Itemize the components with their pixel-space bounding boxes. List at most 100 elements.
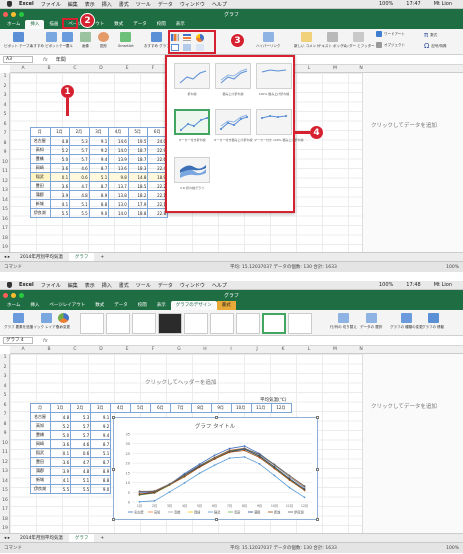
data-point[interactable] bbox=[303, 489, 306, 492]
data-cell[interactable]: 17.9 bbox=[127, 199, 149, 209]
menu-format[interactable]: 書式 bbox=[119, 282, 129, 289]
row-header[interactable]: 9 bbox=[0, 150, 10, 155]
menu-data[interactable]: データ bbox=[158, 1, 173, 8]
header-cell[interactable]: 5月 bbox=[130, 403, 152, 413]
chart-style-9[interactable] bbox=[288, 313, 312, 334]
series-line[interactable] bbox=[139, 450, 305, 495]
data-cell[interactable]: 8.9 bbox=[88, 190, 110, 200]
column-header-k[interactable]: K bbox=[280, 347, 286, 352]
data-cell[interactable]: 3.6 bbox=[50, 439, 72, 449]
data-cell[interactable]: 13.9 bbox=[108, 154, 129, 164]
row-label-cell[interactable]: 新城 bbox=[30, 199, 51, 209]
legend-label[interactable]: 名古屋 bbox=[134, 510, 144, 515]
legend-label[interactable]: 蒲郡 bbox=[254, 510, 261, 515]
header-cell[interactable]: 12月 bbox=[270, 403, 293, 413]
row-header[interactable]: 7 bbox=[0, 131, 10, 136]
resize-handle[interactable] bbox=[215, 518, 218, 521]
resize-handle[interactable] bbox=[112, 416, 115, 419]
tab-view[interactable]: 表示 bbox=[171, 20, 190, 29]
row-header[interactable]: 16 bbox=[0, 217, 10, 222]
data-cell[interactable]: 18.8 bbox=[127, 208, 149, 218]
menu-view[interactable]: 表示 bbox=[85, 1, 95, 8]
data-cell[interactable]: 18.2 bbox=[127, 190, 149, 200]
zoom-level[interactable]: 100% bbox=[446, 265, 459, 270]
new-comment-button[interactable]: 新しい コメント bbox=[294, 32, 320, 49]
data-cell[interactable]: 4.7 bbox=[69, 181, 90, 191]
data-point[interactable] bbox=[138, 493, 141, 495]
data-cell[interactable]: 13.7 bbox=[108, 181, 129, 191]
row-header[interactable]: 5 bbox=[0, 393, 10, 398]
data-cell[interactable]: 3.6 bbox=[49, 181, 71, 191]
row-label-cell[interactable]: 名古屋 bbox=[29, 412, 52, 422]
row-header[interactable]: 2 bbox=[0, 365, 10, 370]
chart-style-6[interactable] bbox=[210, 313, 234, 334]
chart-style-4[interactable] bbox=[158, 313, 182, 334]
picture-button[interactable]: 画像 bbox=[80, 32, 91, 49]
data-cell[interactable]: 5.7 bbox=[70, 430, 92, 440]
data-cell[interactable]: 9.2 bbox=[88, 145, 110, 155]
legend-label[interactable]: 新城 bbox=[274, 510, 281, 515]
row-header[interactable]: 8 bbox=[0, 141, 10, 146]
sheet-tab-data[interactable]: 2014年月別平均気温 bbox=[14, 253, 69, 261]
tab-view[interactable]: 表示 bbox=[152, 301, 171, 310]
chart-type-option[interactable] bbox=[256, 63, 292, 89]
data-cell[interactable]: 8.7 bbox=[88, 181, 110, 191]
column-header-i[interactable]: I bbox=[228, 347, 234, 352]
data-cell[interactable]: 9.1 bbox=[88, 136, 110, 146]
tab-draw[interactable]: 描画 bbox=[44, 20, 63, 29]
header-cell[interactable]: 2月 bbox=[70, 403, 92, 413]
row-header[interactable]: 14 bbox=[0, 479, 10, 484]
tab-insert[interactable]: 挿入 bbox=[25, 20, 45, 29]
chart-style-3[interactable] bbox=[132, 313, 156, 334]
data-cell[interactable]: 0.1 bbox=[50, 448, 72, 458]
chart-style-1[interactable] bbox=[80, 313, 104, 334]
row-header[interactable]: 17 bbox=[0, 226, 10, 231]
select-data-button[interactable]: データの 選択 bbox=[360, 313, 382, 330]
data-point[interactable] bbox=[228, 451, 231, 454]
change-chart-type-button[interactable]: グラフの 種類の変更 bbox=[390, 313, 423, 330]
header-cell[interactable]: 1月 bbox=[49, 127, 71, 137]
data-cell[interactable]: 9.0 bbox=[88, 208, 110, 218]
menu-format[interactable]: 書式 bbox=[119, 1, 129, 8]
row-label-cell[interactable]: 豊田 bbox=[30, 181, 51, 191]
legend-label[interactable]: 伊良湖 bbox=[294, 510, 304, 515]
sheet-tab-data[interactable]: 2014年月別平均気温 bbox=[14, 534, 69, 542]
fx-icon[interactable]: fx bbox=[43, 57, 48, 63]
legend-label[interactable]: 豊橋 bbox=[174, 510, 181, 515]
add-data-placeholder[interactable]: クリックしてデータを追加 bbox=[371, 121, 437, 129]
data-point[interactable] bbox=[273, 474, 276, 477]
data-cell[interactable]: 5.2 bbox=[50, 421, 72, 431]
data-cell[interactable]: 5.5 bbox=[49, 208, 71, 218]
data-cell[interactable]: 3.6 bbox=[49, 163, 71, 173]
move-chart-button[interactable]: グラフの 移動 bbox=[422, 313, 444, 330]
menu-insert[interactable]: 挿入 bbox=[102, 282, 112, 289]
row-label-cell[interactable]: 岡崎 bbox=[30, 163, 51, 173]
row-header[interactable]: 2 bbox=[0, 84, 10, 89]
add-data-placeholder[interactable]: クリックしてデータを追加 bbox=[371, 402, 437, 410]
column-header-f[interactable]: F bbox=[150, 347, 156, 352]
row-label-cell[interactable]: 高知 bbox=[30, 145, 51, 155]
column-header-m[interactable]: M bbox=[332, 66, 338, 71]
column-header-c[interactable]: C bbox=[72, 347, 78, 352]
data-cell[interactable]: 13.8 bbox=[108, 190, 129, 200]
resize-handle[interactable] bbox=[112, 468, 115, 471]
user-name[interactable]: Mt Lion bbox=[434, 282, 452, 288]
data-cell[interactable]: 5.7 bbox=[70, 421, 92, 431]
row-header[interactable]: 12 bbox=[0, 179, 10, 184]
row-header[interactable]: 18 bbox=[0, 236, 10, 241]
chart-type-option[interactable] bbox=[215, 63, 251, 89]
data-cell[interactable]: 5.7 bbox=[69, 145, 90, 155]
change-colors-button[interactable]: 色の変更 bbox=[56, 313, 70, 330]
data-point[interactable] bbox=[153, 499, 156, 502]
header-cell[interactable]: 3月 bbox=[88, 127, 110, 137]
data-cell[interactable]: 14.0 bbox=[108, 145, 129, 155]
data-cell[interactable]: 8.9 bbox=[90, 466, 112, 476]
pivot-table-button[interactable]: ピボット テーブル bbox=[4, 32, 33, 49]
row-header[interactable]: 5 bbox=[0, 112, 10, 117]
column-header-c[interactable]: C bbox=[72, 66, 78, 71]
row-header[interactable]: 6 bbox=[0, 122, 10, 127]
header-cell[interactable]: 5月 bbox=[127, 127, 149, 137]
data-cell[interactable]: 4.6 bbox=[70, 439, 92, 449]
data-cell[interactable]: 5.1 bbox=[88, 172, 110, 182]
data-point[interactable] bbox=[258, 453, 261, 456]
